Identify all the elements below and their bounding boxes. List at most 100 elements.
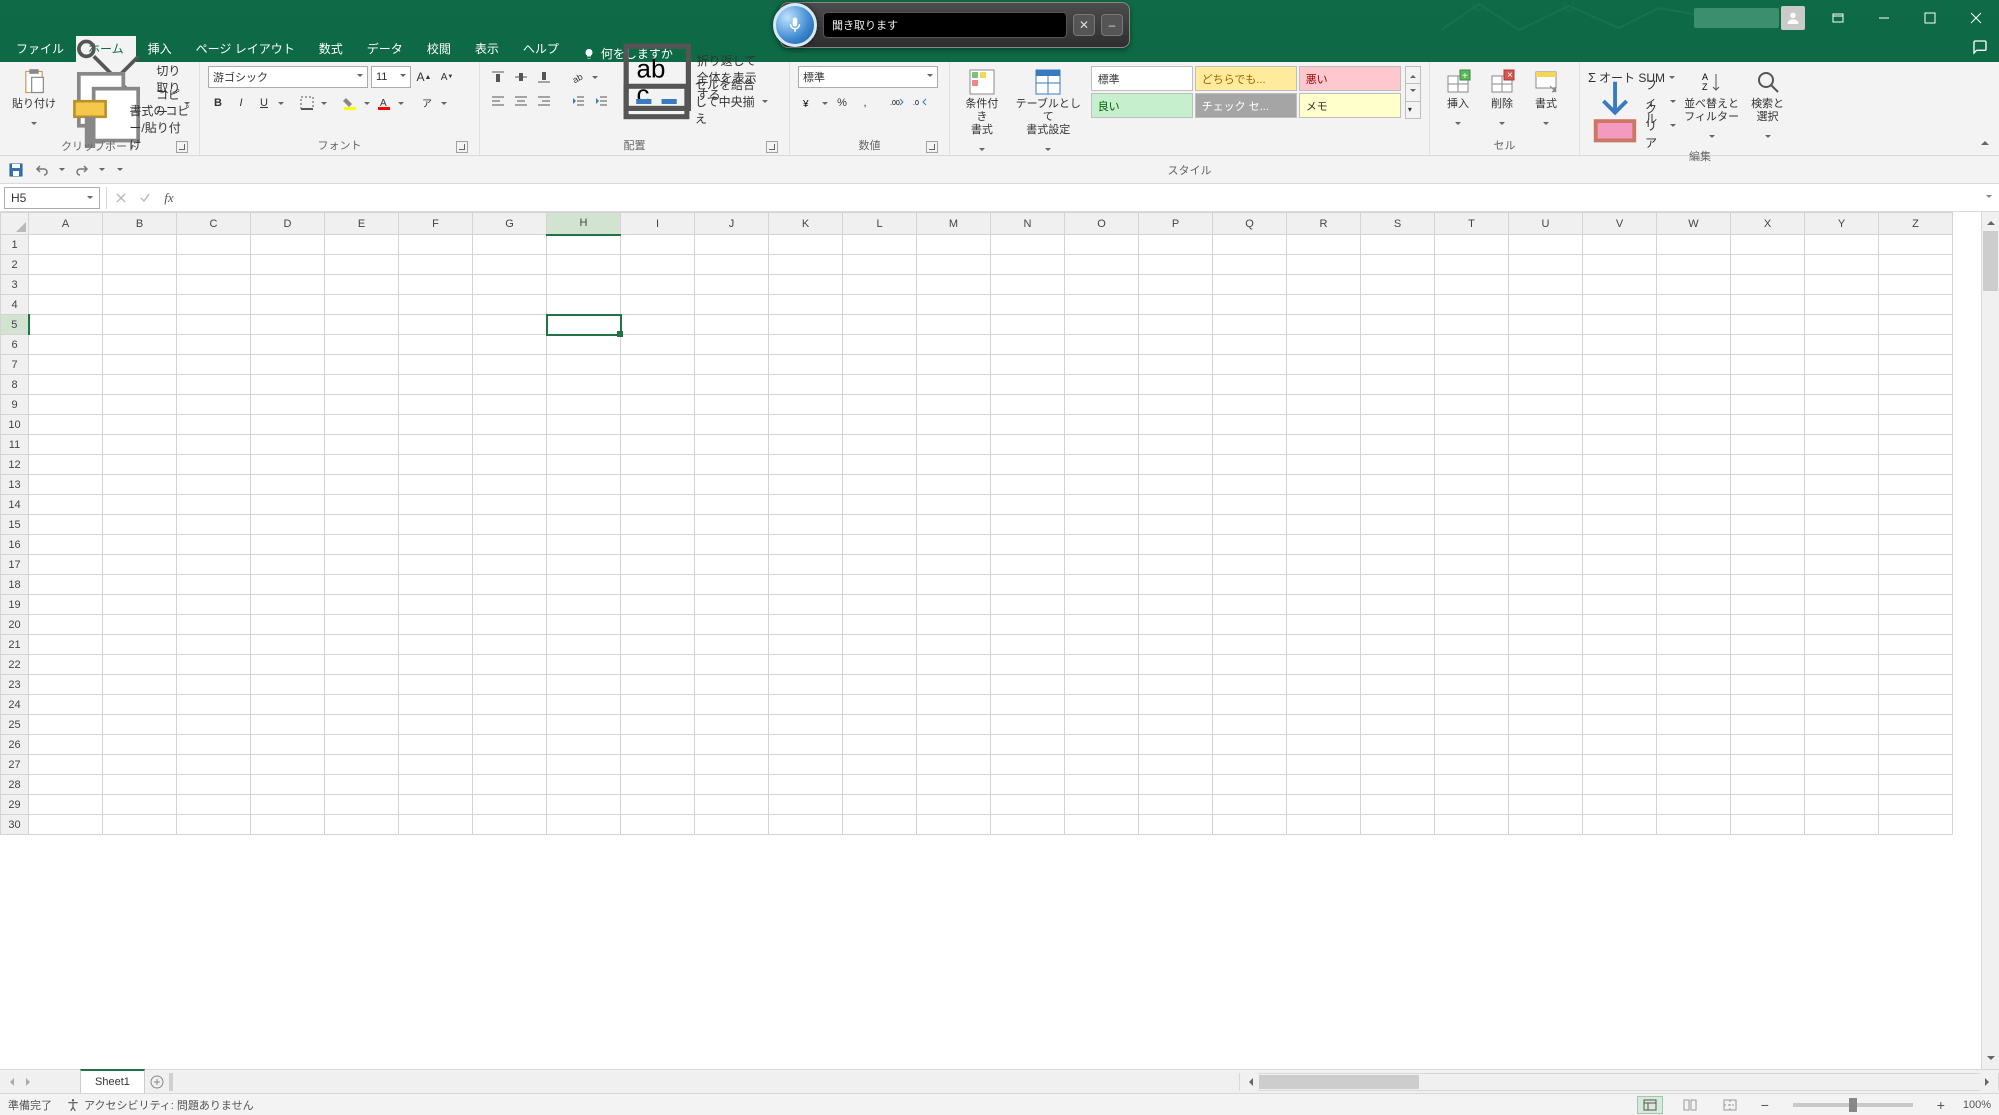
row-header-7[interactable]: 7 [1,355,29,375]
clear-button[interactable]: クリア [1588,114,1676,136]
cell-Q19[interactable] [1213,595,1287,615]
normal-view-button[interactable] [1637,1096,1663,1114]
cell-J23[interactable] [695,675,769,695]
cell-Q10[interactable] [1213,415,1287,435]
cell-T20[interactable] [1435,615,1509,635]
cell-C29[interactable] [177,795,251,815]
cell-H6[interactable] [547,335,621,355]
sheet-tab-sheet1[interactable]: Sheet1 [80,1069,145,1093]
cell-C14[interactable] [177,495,251,515]
row-header-2[interactable]: 2 [1,255,29,275]
cell-R30[interactable] [1287,815,1361,835]
cell-U23[interactable] [1509,675,1583,695]
cell-O23[interactable] [1065,675,1139,695]
cell-V14[interactable] [1583,495,1657,515]
cell-U15[interactable] [1509,515,1583,535]
cell-E17[interactable] [325,555,399,575]
cell-K10[interactable] [769,415,843,435]
cell-O9[interactable] [1065,395,1139,415]
cell-N5[interactable] [991,315,1065,335]
cell-A23[interactable] [29,675,103,695]
cell-E21[interactable] [325,635,399,655]
cell-F2[interactable] [399,255,473,275]
border-button[interactable] [297,93,317,113]
cell-N30[interactable] [991,815,1065,835]
cell-V13[interactable] [1583,475,1657,495]
cell-A2[interactable] [29,255,103,275]
cell-N3[interactable] [991,275,1065,295]
cell-L2[interactable] [843,255,917,275]
cell-C19[interactable] [177,595,251,615]
cell-X18[interactable] [1731,575,1805,595]
cell-M22[interactable] [917,655,991,675]
cell-U26[interactable] [1509,735,1583,755]
cell-O8[interactable] [1065,375,1139,395]
tab-view[interactable]: 表示 [463,35,511,62]
cell-I30[interactable] [621,815,695,835]
tab-formulas[interactable]: 数式 [307,35,355,62]
cell-B20[interactable] [103,615,177,635]
cell-V5[interactable] [1583,315,1657,335]
cell-A28[interactable] [29,775,103,795]
cell-P28[interactable] [1139,775,1213,795]
cell-G9[interactable] [473,395,547,415]
cell-J5[interactable] [695,315,769,335]
cell-G30[interactable] [473,815,547,835]
cell-U17[interactable] [1509,555,1583,575]
cell-Y29[interactable] [1805,795,1879,815]
cell-F11[interactable] [399,435,473,455]
cell-C6[interactable] [177,335,251,355]
cell-M16[interactable] [917,535,991,555]
cell-P4[interactable] [1139,295,1213,315]
merge-center-button[interactable]: セルを結合して中央揃え [621,90,768,112]
cell-S15[interactable] [1361,515,1435,535]
cell-styles-gallery[interactable]: 標準 どちらでも... 悪い 良い チェック セ... メモ [1091,66,1401,118]
cell-I13[interactable] [621,475,695,495]
accounting-dropdown[interactable] [821,93,829,113]
cell-B24[interactable] [103,695,177,715]
cell-T27[interactable] [1435,755,1509,775]
cell-Q16[interactable] [1213,535,1287,555]
voice-minimize-button[interactable]: – [1101,14,1123,36]
cell-J10[interactable] [695,415,769,435]
cell-J15[interactable] [695,515,769,535]
cell-J20[interactable] [695,615,769,635]
cell-C24[interactable] [177,695,251,715]
cell-Q6[interactable] [1213,335,1287,355]
cell-D30[interactable] [251,815,325,835]
cell-U24[interactable] [1509,695,1583,715]
cell-D3[interactable] [251,275,325,295]
cell-O28[interactable] [1065,775,1139,795]
column-header-J[interactable]: J [695,213,769,235]
cell-Q4[interactable] [1213,295,1287,315]
cell-E4[interactable] [325,295,399,315]
cell-D20[interactable] [251,615,325,635]
cell-Y12[interactable] [1805,455,1879,475]
cell-D1[interactable] [251,235,325,255]
cell-S1[interactable] [1361,235,1435,255]
cell-R26[interactable] [1287,735,1361,755]
cell-L7[interactable] [843,355,917,375]
cell-J12[interactable] [695,455,769,475]
cell-A24[interactable] [29,695,103,715]
cell-O10[interactable] [1065,415,1139,435]
cell-Y8[interactable] [1805,375,1879,395]
cell-R12[interactable] [1287,455,1361,475]
styles-scroll[interactable]: ▾ [1405,66,1421,118]
cell-R29[interactable] [1287,795,1361,815]
cell-V17[interactable] [1583,555,1657,575]
cell-E29[interactable] [325,795,399,815]
cell-Z27[interactable] [1879,755,1953,775]
cell-L4[interactable] [843,295,917,315]
cell-W19[interactable] [1657,595,1731,615]
cell-S18[interactable] [1361,575,1435,595]
cell-W14[interactable] [1657,495,1731,515]
cell-S27[interactable] [1361,755,1435,775]
cell-P29[interactable] [1139,795,1213,815]
cell-T21[interactable] [1435,635,1509,655]
expand-formula-bar-button[interactable] [1979,195,1999,201]
cell-C25[interactable] [177,715,251,735]
cell-H27[interactable] [547,755,621,775]
cell-V20[interactable] [1583,615,1657,635]
cell-K16[interactable] [769,535,843,555]
